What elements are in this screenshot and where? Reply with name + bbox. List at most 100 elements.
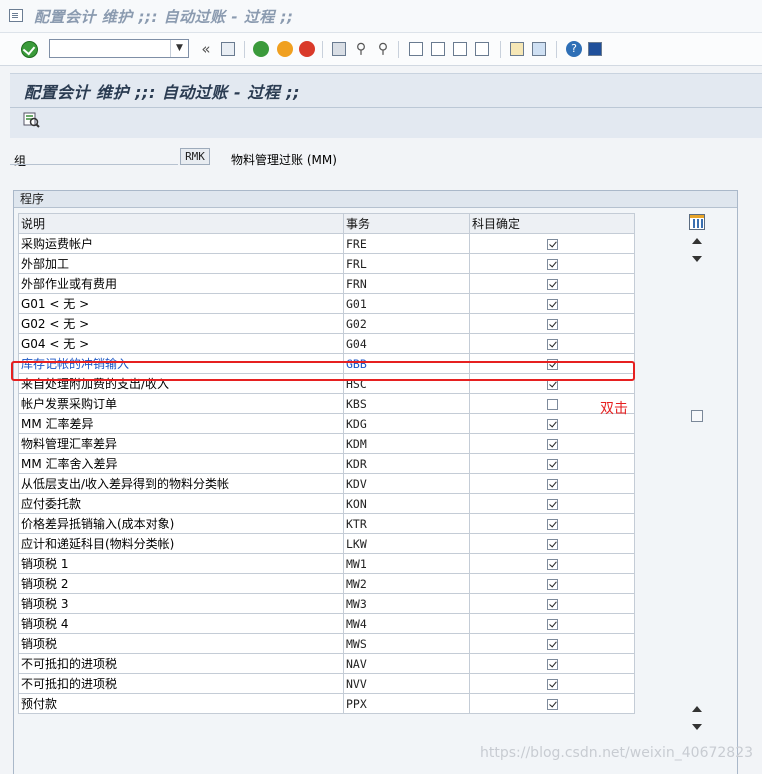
scroll-page-down-icon[interactable] — [692, 724, 702, 730]
table-row[interactable]: 帐户发票采购订单 KBS — [18, 393, 635, 414]
row-description[interactable]: 销项税 4 — [18, 613, 344, 634]
print-icon[interactable] — [332, 42, 346, 56]
table-row[interactable]: 外部加工 FRL — [18, 253, 635, 274]
table-vertical-scrollbar[interactable] — [688, 234, 706, 739]
account-determination-checkbox[interactable] — [546, 238, 558, 250]
save-icon[interactable] — [221, 42, 235, 56]
account-determination-checkbox[interactable] — [546, 398, 558, 410]
scroll-down-icon[interactable] — [692, 256, 702, 262]
table-row[interactable]: 不可抵扣的进项税 NAV — [18, 653, 635, 674]
row-transaction[interactable]: G04 — [343, 333, 470, 354]
table-row[interactable]: 销项税 4 MW4 — [18, 613, 635, 634]
account-determination-checkbox[interactable] — [546, 458, 558, 470]
row-transaction[interactable]: PPX — [343, 693, 470, 714]
row-description[interactable]: 应付委托款 — [18, 493, 344, 514]
command-dropdown-icon[interactable]: ▼ — [170, 40, 188, 57]
row-description[interactable]: 销项税 — [18, 633, 344, 654]
table-row[interactable]: 应计和递延科目(物料分类帐) LKW — [18, 533, 635, 554]
customize-layout-icon[interactable] — [588, 42, 602, 56]
next-page-icon[interactable] — [453, 42, 467, 56]
shortcut-icon[interactable] — [532, 42, 546, 56]
account-determination-checkbox[interactable] — [546, 338, 558, 350]
table-row[interactable]: 预付款 PPX — [18, 693, 635, 714]
table-row[interactable]: 从低层支出/收入差异得到的物料分类帐 KDV — [18, 473, 635, 494]
row-transaction[interactable]: KDV — [343, 473, 470, 494]
command-field[interactable]: ▼ — [49, 39, 189, 58]
row-description[interactable]: 销项税 2 — [18, 573, 344, 594]
row-description[interactable]: 价格差异抵销输入(成本对象) — [18, 513, 344, 534]
account-determination-checkbox[interactable] — [546, 438, 558, 450]
cancel-icon[interactable] — [299, 41, 315, 57]
scroll-page-up-icon[interactable] — [692, 706, 702, 712]
table-row[interactable]: 销项税 3 MW3 — [18, 593, 635, 614]
row-transaction[interactable]: NAV — [343, 653, 470, 674]
scroll-thumb[interactable] — [691, 410, 703, 422]
row-description[interactable]: G01 < 无 > — [18, 293, 344, 314]
row-description[interactable]: 物料管理汇率差异 — [18, 433, 344, 454]
account-determination-checkbox[interactable] — [546, 418, 558, 430]
window-menu-icon[interactable] — [9, 9, 23, 22]
row-transaction[interactable]: NVV — [343, 673, 470, 694]
row-description[interactable]: 不可抵扣的进项税 — [18, 653, 344, 674]
row-description[interactable]: 外部作业或有费用 — [18, 273, 344, 294]
row-description[interactable]: 应计和递延科目(物料分类帐) — [18, 533, 344, 554]
account-determination-checkbox[interactable] — [546, 698, 558, 710]
account-determination-checkbox[interactable] — [546, 498, 558, 510]
back-icon[interactable] — [253, 41, 269, 57]
table-row[interactable]: G04 < 无 > G04 — [18, 333, 635, 354]
account-determination-checkbox[interactable] — [546, 538, 558, 550]
row-transaction[interactable]: FRN — [343, 273, 470, 294]
column-header-account-determination[interactable]: 科目确定 — [469, 213, 635, 234]
exit-icon[interactable] — [277, 41, 293, 57]
find-next-icon[interactable]: ⚲ — [374, 40, 392, 58]
collapse-icon[interactable]: « — [197, 40, 215, 58]
table-row[interactable]: G02 < 无 > G02 — [18, 313, 635, 334]
row-transaction[interactable]: MW2 — [343, 573, 470, 594]
last-page-icon[interactable] — [475, 42, 489, 56]
create-session-icon[interactable] — [510, 42, 524, 56]
row-transaction[interactable]: G02 — [343, 313, 470, 334]
table-row[interactable]: 销项税 1 MW1 — [18, 553, 635, 574]
scroll-up-icon[interactable] — [692, 238, 702, 244]
row-description[interactable]: 销项税 1 — [18, 553, 344, 574]
row-description[interactable]: 预付款 — [18, 693, 344, 714]
account-determination-checkbox[interactable] — [546, 478, 558, 490]
first-page-icon[interactable] — [409, 42, 423, 56]
row-description[interactable]: 外部加工 — [18, 253, 344, 274]
table-row[interactable]: 采购运费帐户 FRE — [18, 233, 635, 254]
row-transaction[interactable]: MWS — [343, 633, 470, 654]
row-description[interactable]: 采购运费帐户 — [18, 233, 344, 254]
help-icon[interactable]: ? — [566, 41, 582, 57]
find-icon[interactable]: ⚲ — [352, 40, 370, 58]
row-transaction[interactable]: FRE — [343, 233, 470, 254]
row-transaction[interactable]: LKW — [343, 533, 470, 554]
command-input[interactable] — [52, 41, 174, 58]
table-row[interactable]: 销项税 2 MW2 — [18, 573, 635, 594]
table-row[interactable]: 物料管理汇率差异 KDM — [18, 433, 635, 454]
table-row[interactable]: 销项税 MWS — [18, 633, 635, 654]
row-transaction[interactable]: KDG — [343, 413, 470, 434]
table-row[interactable]: 价格差异抵销输入(成本对象) KTR — [18, 513, 635, 534]
account-determination-checkbox[interactable] — [546, 318, 558, 330]
row-transaction[interactable]: KDR — [343, 453, 470, 474]
account-determination-checkbox[interactable] — [546, 518, 558, 530]
account-determination-checkbox[interactable] — [546, 558, 558, 570]
table-row[interactable]: 外部作业或有费用 FRN — [18, 273, 635, 294]
row-description[interactable]: G04 < 无 > — [18, 333, 344, 354]
row-description[interactable]: 不可抵扣的进项税 — [18, 673, 344, 694]
table-row[interactable]: 不可抵扣的进项税 NVV — [18, 673, 635, 694]
column-header-description[interactable]: 说明 — [18, 213, 344, 234]
table-row[interactable]: 应付委托款 KON — [18, 493, 635, 514]
row-description[interactable]: 销项税 3 — [18, 593, 344, 614]
row-transaction[interactable]: KON — [343, 493, 470, 514]
row-transaction[interactable]: MW4 — [343, 613, 470, 634]
table-settings-icon[interactable] — [689, 214, 705, 230]
row-transaction[interactable]: KBS — [343, 393, 470, 414]
previous-page-icon[interactable] — [431, 42, 445, 56]
column-header-transaction[interactable]: 事务 — [343, 213, 470, 234]
account-determination-checkbox[interactable] — [546, 658, 558, 670]
details-icon[interactable] — [22, 111, 40, 129]
account-determination-checkbox[interactable] — [546, 278, 558, 290]
row-description[interactable]: 从低层支出/收入差异得到的物料分类帐 — [18, 473, 344, 494]
account-determination-checkbox[interactable] — [546, 678, 558, 690]
